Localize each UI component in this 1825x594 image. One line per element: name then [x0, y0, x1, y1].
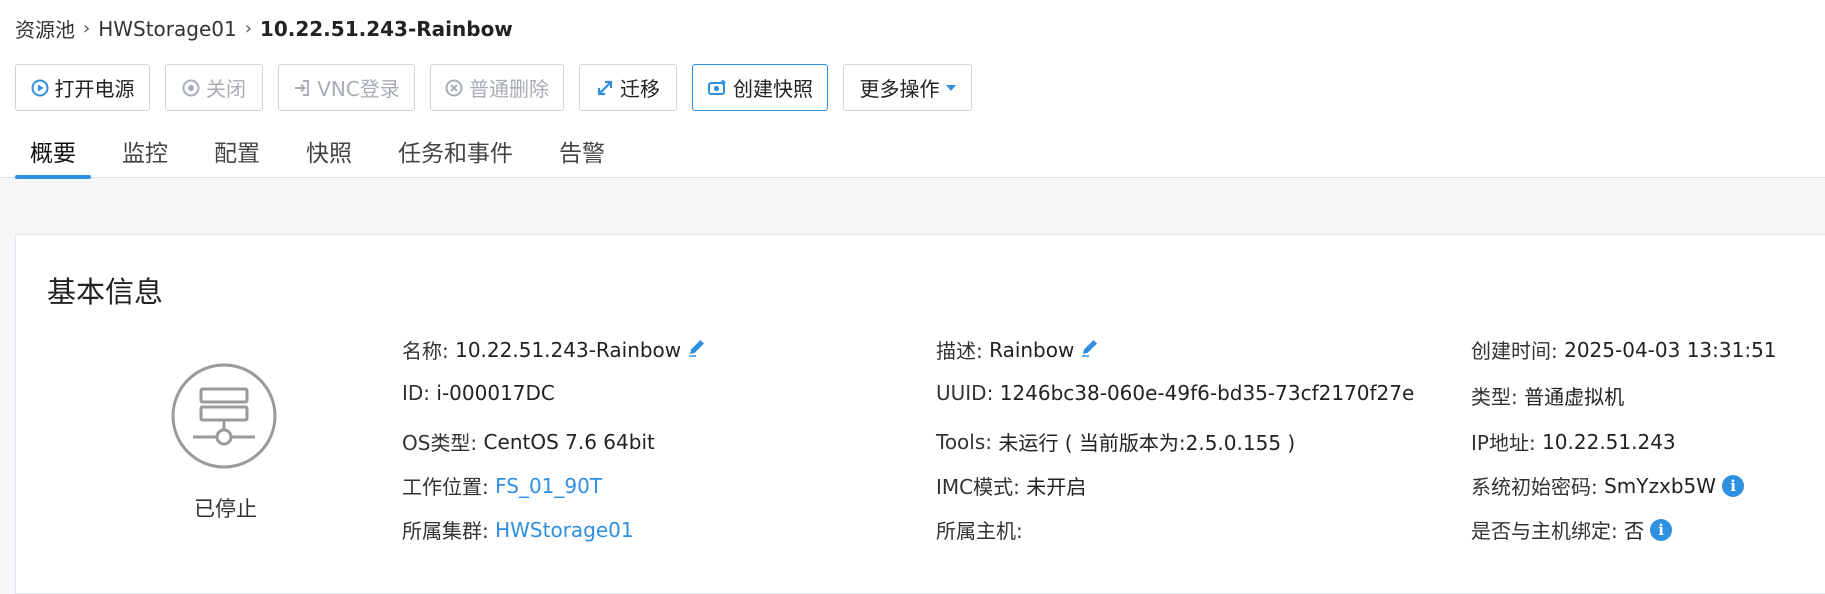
id-value: i-000017DC [436, 381, 555, 405]
field-imc: IMC模式: 未开启 [936, 471, 1086, 500]
breadcrumb-separator-icon: › [244, 18, 252, 39]
migrate-icon [596, 79, 614, 97]
power-on-label: 打开电源 [54, 77, 135, 101]
shutdown-label: 关闭 [206, 77, 246, 101]
location-link[interactable]: FS_01_90T [495, 474, 602, 498]
uuid-value: 1246bc38-060e-49f6-bd35-73cf2170f27e [999, 381, 1415, 405]
field-os: OS类型: CentOS 7.6 64bit [402, 427, 655, 456]
created-value: 2025-04-03 13:31:51 [1564, 337, 1777, 362]
field-name: 名称: 10.22.51.243-Rainbow [402, 335, 707, 364]
tab-tasks-events[interactable]: 任务和事件 [383, 128, 528, 178]
delete-icon [445, 79, 463, 97]
field-type: 类型: 普通虚拟机 [1471, 381, 1624, 410]
breadcrumb-item-cluster[interactable]: HWStorage01 [98, 17, 237, 41]
field-cluster: 所属集群: HWStorage01 [402, 515, 634, 544]
power-off-icon [182, 79, 200, 97]
field-host: 所属主机: [936, 515, 1029, 544]
tab-bar: 概要 监控 配置 快照 任务和事件 告警 [15, 128, 636, 179]
desc-value: Rainbow [989, 337, 1075, 362]
basic-info-card: 基本信息 已停止 名称: 10.22.51.243-Rainbow ID: i-… [15, 234, 1825, 594]
type-label: 类型: [1471, 385, 1518, 409]
field-uuid: UUID: 1246bc38-060e-49f6-bd35-73cf2170f2… [936, 381, 1414, 405]
delete-button[interactable]: 普通删除 [430, 64, 564, 111]
tools-label: Tools: [936, 429, 993, 454]
cluster-link[interactable]: HWStorage01 [495, 518, 634, 542]
field-host-binding: 是否与主机绑定: 否 i [1471, 515, 1673, 544]
info-icon[interactable]: i [1722, 474, 1745, 497]
delete-label: 普通删除 [469, 77, 549, 101]
imc-value: 未开启 [1026, 475, 1087, 499]
shutdown-button[interactable]: 关闭 [165, 64, 263, 111]
created-label: 创建时间: [1471, 339, 1558, 363]
tab-snapshot[interactable]: 快照 [291, 128, 367, 178]
id-label: ID: [402, 381, 431, 405]
bind-label: 是否与主机绑定: [1471, 519, 1618, 543]
power-on-button[interactable]: 打开电源 [15, 64, 150, 111]
field-location: 工作位置: FS_01_90T [402, 471, 602, 500]
breadcrumb-separator-icon: › [83, 18, 91, 39]
field-created: 创建时间: 2025-04-03 13:31:51 [1471, 335, 1777, 364]
breadcrumb: 资源池 › HWStorage01 › 10.22.51.243-Rainbow [15, 14, 513, 43]
server-icon [171, 363, 277, 473]
tab-alarms[interactable]: 告警 [544, 128, 620, 178]
vnc-login-label: VNC登录 [317, 77, 400, 101]
card-title: 基本信息 [47, 275, 164, 309]
desc-label: 描述: [936, 339, 983, 363]
caret-down-icon [945, 84, 956, 91]
name-label: 名称: [402, 339, 449, 363]
tab-config[interactable]: 配置 [199, 128, 275, 178]
create-snapshot-label: 创建快照 [733, 77, 813, 101]
info-icon[interactable]: i [1650, 518, 1673, 541]
header-area: 资源池 › HWStorage01 › 10.22.51.243-Rainbow… [0, 0, 1825, 179]
migrate-label: 迁移 [620, 77, 660, 101]
ip-label: IP地址: [1471, 431, 1536, 455]
imc-label: IMC模式: [936, 475, 1020, 499]
login-icon [293, 79, 311, 97]
field-initial-password: 系统初始密码: SmYzxb5W i [1471, 471, 1745, 500]
tools-value: 未运行 ( 当前版本为:2.5.0.155 ) [998, 431, 1296, 455]
os-value: CentOS 7.6 64bit [483, 429, 655, 454]
toolbar: 打开电源 关闭 VNC登录 普通删除 迁移 创建快照 更多操作 [15, 64, 987, 111]
pencil-icon[interactable] [687, 337, 707, 362]
field-id: ID: i-000017DC [402, 381, 555, 405]
os-label: OS类型: [402, 431, 478, 455]
snapshot-icon [707, 79, 727, 97]
bind-value: 否 [1624, 519, 1645, 543]
uuid-label: UUID: [936, 381, 994, 405]
tab-overview[interactable]: 概要 [15, 128, 91, 179]
migrate-button[interactable]: 迁移 [579, 64, 677, 111]
type-value: 普通虚拟机 [1524, 385, 1625, 409]
create-snapshot-button[interactable]: 创建快照 [692, 64, 828, 111]
breadcrumb-current: 10.22.51.243-Rainbow [259, 16, 513, 41]
more-actions-label: 更多操作 [859, 77, 940, 101]
field-tools: Tools: 未运行 ( 当前版本为:2.5.0.155 ) [936, 427, 1295, 456]
password-value: SmYzxb5W [1604, 473, 1717, 498]
breadcrumb-item-resource-pool[interactable]: 资源池 [15, 14, 75, 43]
field-ip: IP地址: 10.22.51.243 [1471, 427, 1676, 456]
cluster-label: 所属集群: [402, 519, 489, 543]
location-label: 工作位置: [402, 475, 489, 499]
tab-monitor[interactable]: 监控 [107, 128, 183, 178]
pencil-icon[interactable] [1080, 337, 1100, 362]
name-value: 10.22.51.243-Rainbow [455, 337, 682, 362]
host-label: 所属主机: [936, 519, 1023, 543]
password-label: 系统初始密码: [1471, 475, 1598, 499]
field-description: 描述: Rainbow [936, 335, 1100, 364]
ip-value: 10.22.51.243 [1542, 429, 1676, 454]
vm-status: 已停止 [194, 497, 257, 521]
play-icon [31, 79, 49, 97]
more-actions-dropdown[interactable]: 更多操作 [843, 64, 972, 111]
vnc-login-button[interactable]: VNC登录 [278, 64, 415, 111]
